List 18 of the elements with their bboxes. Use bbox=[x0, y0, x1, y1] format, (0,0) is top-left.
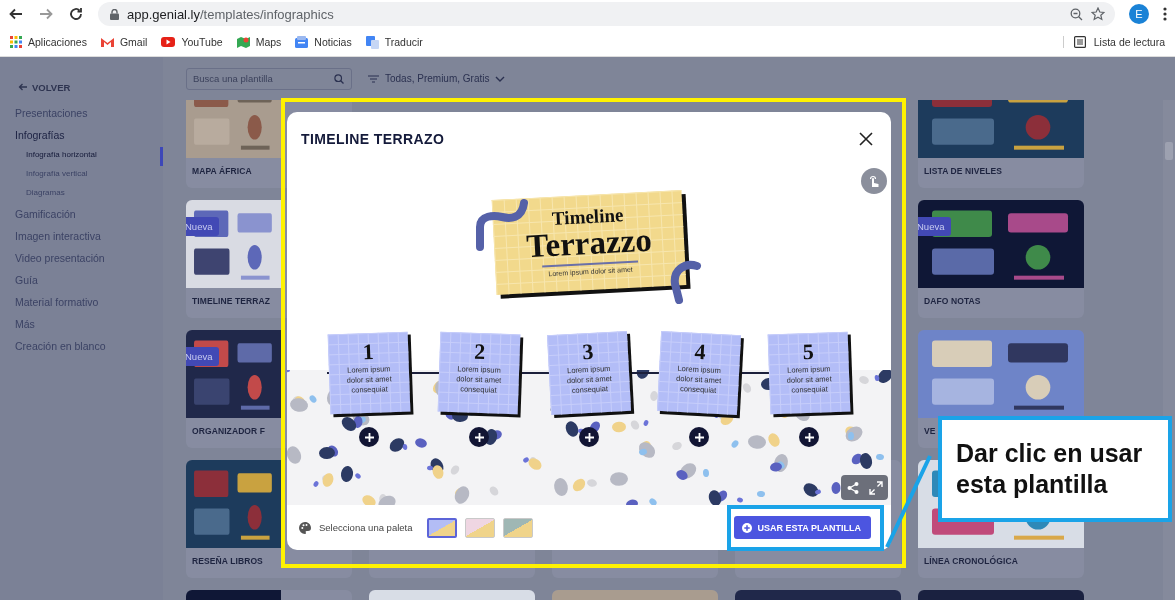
card-title: ORGANIZADOR F bbox=[192, 426, 266, 436]
new-badge: Nueva bbox=[186, 347, 220, 366]
card-title: TIMELINE TERRAZ bbox=[192, 296, 270, 306]
step-number: 3 bbox=[581, 340, 594, 364]
card-title: RESEÑA LIBROS bbox=[192, 556, 263, 566]
card-title: DAFO NOTAS bbox=[924, 296, 981, 306]
annotation-tooltip: Dar clic en usar esta plantilla bbox=[938, 416, 1172, 522]
step-number: 5 bbox=[802, 340, 815, 364]
step-number: 1 bbox=[362, 340, 375, 364]
card-title: MAPA ÁFRICA bbox=[192, 166, 252, 176]
card-title: VE bbox=[924, 426, 936, 436]
step-number: 2 bbox=[473, 340, 486, 364]
step-number: 4 bbox=[694, 340, 707, 364]
heading-text: Timeline bbox=[551, 205, 624, 228]
new-badge: Nueva bbox=[918, 217, 952, 236]
new-badge: Nueva bbox=[186, 217, 220, 236]
card-title: LISTA DE NIVELES bbox=[924, 166, 1003, 176]
card-title: LÍNEA CRONOLÓGICA bbox=[924, 556, 1018, 566]
